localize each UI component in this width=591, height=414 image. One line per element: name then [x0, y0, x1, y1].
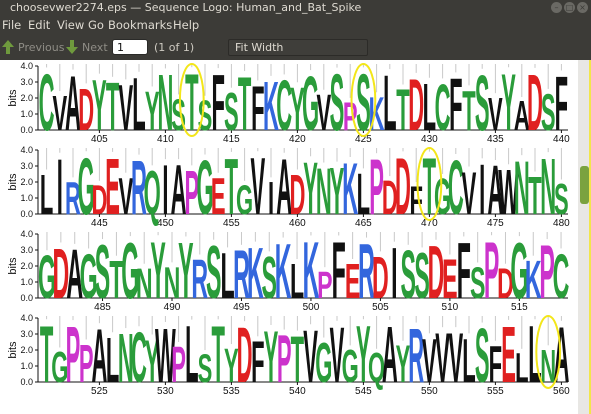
y-axis-label: bits	[7, 257, 19, 275]
logo-letter: Q	[144, 158, 161, 227]
logo-row: bits0.01.02.03.04.0445 450 455 460 465 470 475…	[7, 140, 570, 231]
logo-letter: F	[332, 225, 346, 316]
logo-letter: F	[555, 61, 568, 147]
logo-letter: S	[95, 229, 110, 314]
logo-letter: P	[277, 322, 292, 397]
logo-letter: T	[462, 80, 475, 143]
y-tick-label: 1.0	[20, 277, 33, 287]
menu-bar: File Edit View Go Bookmarks Help	[0, 16, 591, 34]
y-tick-label: 0.0	[20, 377, 33, 387]
y-tick-label: 3.0	[20, 161, 33, 171]
y-tick-label: 4.0	[20, 145, 33, 155]
logo-letter: C	[553, 242, 570, 312]
logo-letter: I	[162, 152, 168, 230]
logo-letter: F	[449, 62, 462, 146]
menu-edit[interactable]: Edit	[28, 18, 50, 32]
logo-letter: I	[268, 172, 274, 224]
next-button[interactable]: Next	[82, 41, 108, 54]
logo-letter: I	[57, 145, 63, 232]
logo-row: bits0.01.02.03.04.0525 530 535 540 545 550 555…	[7, 308, 570, 399]
page-number-input[interactable]: 1	[112, 39, 148, 55]
menu-go[interactable]: Go	[88, 18, 104, 32]
logo-letter: V	[462, 159, 477, 227]
previous-button[interactable]: Previous	[18, 41, 65, 54]
arrow-down-icon[interactable]	[65, 39, 79, 55]
y-tick-label: 4.0	[20, 229, 33, 239]
logo-letter: T	[211, 308, 224, 399]
logo-letter: F	[211, 60, 224, 148]
y-tick-label: 0.0	[20, 209, 33, 219]
logo-letter: Y	[92, 66, 107, 146]
logo-row: bits0.01.02.03.04.0405 410 415 420 425 430 435…	[7, 60, 570, 148]
logo-letter: T	[238, 61, 251, 147]
y-tick-label: 0.0	[20, 125, 33, 135]
y-tick-label: 3.0	[20, 245, 33, 255]
y-tick-label: 4.0	[20, 61, 33, 71]
logo-letter: E	[501, 311, 516, 400]
minimize-icon[interactable]: –	[551, 2, 562, 13]
y-tick-label: 2.0	[20, 345, 33, 355]
logo-letter: V	[118, 72, 133, 144]
logo-letter: E	[211, 167, 226, 226]
menu-view[interactable]: View	[57, 18, 84, 32]
document-view[interactable]: bits 0.0 1.0 2.0 3.0 4.0 405 410 415 420 425 430 435…	[0, 60, 578, 414]
logo-letter: D	[372, 244, 389, 311]
logo-letter: T	[106, 68, 119, 145]
logo-row: bits0.01.02.03.04.0485 490 495 500 505 510 515…	[7, 225, 570, 316]
y-tick-label: 2.0	[20, 261, 33, 271]
arrow-up-icon[interactable]	[1, 39, 15, 55]
page-count: (1 of 1)	[154, 41, 195, 54]
logo-letter: S	[171, 91, 186, 140]
zoom-select[interactable]: Fit Width	[228, 39, 368, 56]
logo-letter: F	[489, 335, 502, 394]
logo-letter: F	[409, 178, 422, 223]
y-tick-label: 1.0	[20, 361, 33, 371]
logo-letter: S	[541, 84, 556, 141]
logo-letter: L	[132, 62, 145, 146]
y-tick-label: 4.0	[20, 313, 33, 323]
y-tick-label: 0.0	[20, 293, 33, 303]
window-title: choosevwer2274.eps — Sequence Logo: Huma…	[10, 1, 362, 14]
logo-letter: F	[457, 227, 471, 315]
logo-letter: F	[251, 330, 264, 395]
logo-letter: L	[383, 61, 396, 148]
y-tick-label: 2.0	[20, 177, 33, 187]
menu-help[interactable]: Help	[173, 18, 199, 32]
logo-letter: S	[198, 346, 213, 391]
logo-letter: L	[357, 162, 370, 227]
y-axis-label: bits	[7, 341, 19, 359]
logo-letter: I	[479, 150, 485, 230]
y-tick-label: 1.0	[20, 109, 33, 119]
logo-letter: E	[442, 248, 457, 309]
y-axis-label: bits	[7, 89, 19, 107]
logo-letter: T	[291, 324, 304, 396]
logo-letter: L	[185, 310, 198, 400]
logo-letter: V	[250, 140, 265, 231]
y-axis-label: bits	[7, 173, 19, 191]
menu-bookmarks[interactable]: Bookmarks	[108, 18, 172, 32]
sequence-logo: bits0.01.02.03.04.0405 410 415 420 425 430 435…	[7, 60, 570, 400]
logo-letter: I	[391, 233, 397, 314]
title-bar: choosevwer2274.eps — Sequence Logo: Huma…	[0, 0, 591, 16]
logo-letter: S	[475, 313, 490, 399]
menu-file[interactable]: File	[2, 18, 21, 32]
logo-letter: S	[198, 92, 213, 140]
close-icon[interactable]: ×	[577, 2, 588, 13]
logo-letter: L	[462, 326, 475, 395]
logo-letter: S	[224, 82, 239, 142]
y-tick-label: 3.0	[20, 329, 33, 339]
logo-letter: L	[515, 346, 528, 392]
scrollbar-thumb[interactable]	[580, 166, 589, 204]
y-tick-label: 3.0	[20, 77, 33, 87]
logo-letter: L	[40, 164, 53, 227]
logo-letter: P	[171, 338, 186, 394]
logo-letter: V	[448, 320, 463, 398]
logo-letter: P	[317, 263, 332, 307]
toolbar: Previous Next 1 (1 of 1) Fit Width	[0, 34, 591, 60]
logo-letter: S	[554, 176, 569, 224]
y-tick-label: 2.0	[20, 93, 33, 103]
logo-letter: S	[206, 230, 221, 314]
y-tick-label: 1.0	[20, 193, 33, 203]
maximize-icon[interactable]: □	[564, 2, 575, 13]
